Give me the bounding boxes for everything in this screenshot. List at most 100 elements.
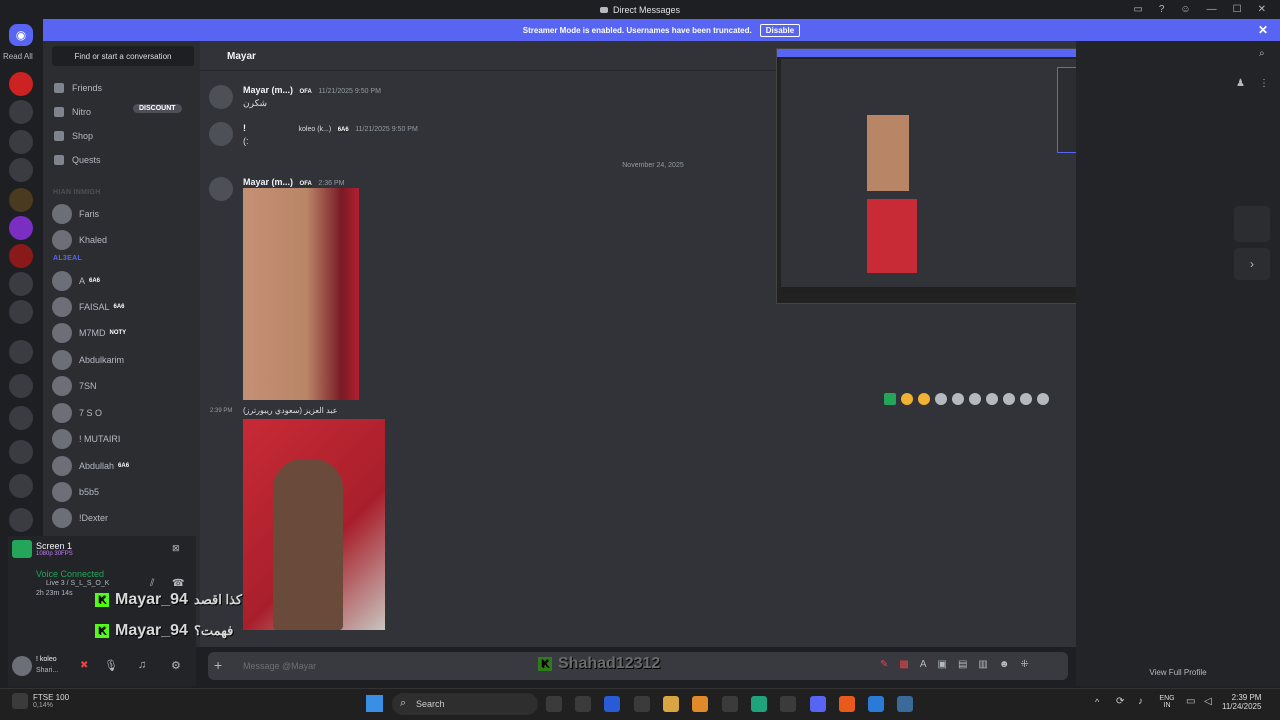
- minimize-button[interactable]: —: [1207, 4, 1217, 15]
- view-full-profile-button[interactable]: View Full Profile: [1076, 668, 1280, 677]
- settings-icon[interactable]: ⚙: [171, 659, 181, 672]
- server-icon[interactable]: [9, 244, 33, 268]
- message-author[interactable]: Mayar (m...): [243, 85, 293, 95]
- server-folder-icon[interactable]: [9, 508, 33, 532]
- nav-friends[interactable]: Friends: [54, 83, 102, 93]
- message-author[interactable]: !: [243, 123, 246, 133]
- close-banner-icon[interactable]: ✕: [1258, 23, 1268, 37]
- help-icon[interactable]: ?: [1159, 4, 1165, 15]
- file-explorer-icon[interactable]: [663, 696, 679, 712]
- message-author[interactable]: Mayar (m...): [243, 177, 293, 187]
- clock[interactable]: 2:39 PM 11/24/2025: [1222, 693, 1261, 711]
- server-icon[interactable]: [9, 300, 33, 324]
- translate-icon[interactable]: A: [920, 659, 927, 670]
- server-folder-icon[interactable]: [9, 340, 33, 364]
- translate-icon[interactable]: [969, 393, 981, 405]
- dm-item[interactable]: Abdulkarim: [52, 349, 197, 371]
- dm-item[interactable]: 7SN: [52, 375, 197, 397]
- camera-off-icon[interactable]: ✖: [80, 660, 88, 671]
- start-icon[interactable]: [366, 695, 383, 712]
- app-icon[interactable]: [722, 696, 738, 712]
- dm-item[interactable]: FAISAL 6A6: [52, 296, 197, 318]
- server-icon[interactable]: [9, 272, 33, 296]
- app-icon[interactable]: [692, 696, 708, 712]
- nav-shop[interactable]: Shop: [54, 131, 93, 141]
- widget-icon[interactable]: [12, 693, 28, 709]
- more-icon[interactable]: ⋮: [1259, 78, 1269, 89]
- dm-item[interactable]: ! MUTAIRI: [52, 428, 197, 450]
- message-author-alt[interactable]: koleo (k...): [299, 126, 332, 133]
- language-indicator[interactable]: ENG IN: [1157, 695, 1177, 709]
- forward-icon[interactable]: [1020, 393, 1032, 405]
- microphone-icon[interactable]: ♪: [1138, 696, 1143, 707]
- app-icon[interactable]: [868, 696, 884, 712]
- disable-button[interactable]: Disable: [759, 23, 801, 37]
- add-attachment-icon[interactable]: +: [214, 657, 222, 673]
- chevron-up-icon[interactable]: ^: [1095, 697, 1099, 707]
- headphones-icon[interactable]: ♫: [138, 659, 146, 671]
- think-reaction-icon[interactable]: [918, 393, 930, 405]
- maximize-button[interactable]: ☐: [1233, 4, 1242, 15]
- server-icon[interactable]: [9, 188, 33, 212]
- voice-channel[interactable]: Live 3 / S_L_S_O_K: [46, 580, 109, 587]
- taskbar-search[interactable]: Search: [392, 693, 538, 715]
- image-attachment[interactable]: [243, 188, 359, 400]
- task-view-icon[interactable]: [546, 696, 562, 712]
- display-icon[interactable]: ▭: [1186, 696, 1195, 707]
- voice-status[interactable]: Voice Connected: [36, 569, 104, 579]
- chevron-right-icon[interactable]: ›: [1234, 248, 1270, 280]
- close-button[interactable]: ✕: [1258, 4, 1266, 15]
- settings-icon[interactable]: [780, 696, 796, 712]
- gif-icon[interactable]: ▤: [958, 659, 967, 670]
- dm-item[interactable]: M7MD NOTY: [52, 322, 197, 344]
- laugh-reaction-icon[interactable]: [901, 393, 913, 405]
- avatar[interactable]: [209, 122, 233, 146]
- avatar[interactable]: [209, 85, 233, 109]
- people-icon[interactable]: ☺: [1180, 4, 1190, 15]
- server-icon[interactable]: [9, 130, 33, 154]
- emoji-icon[interactable]: ☻: [999, 659, 1010, 670]
- noise-suppression-icon[interactable]: ⫽: [150, 578, 154, 589]
- dm-item[interactable]: A 6A6: [52, 270, 197, 292]
- server-icon[interactable]: [9, 100, 33, 124]
- read-all-button[interactable]: Read All: [3, 52, 33, 61]
- check-reaction-icon[interactable]: [884, 393, 896, 405]
- app-icon[interactable]: [897, 696, 913, 712]
- section-header[interactable]: HIAN INMIGH: [53, 189, 101, 196]
- server-folder-icon[interactable]: [9, 474, 33, 498]
- steam-icon[interactable]: [575, 696, 591, 712]
- app-icon[interactable]: [839, 696, 855, 712]
- nav-quests[interactable]: Quests: [54, 155, 101, 165]
- nav-nitro[interactable]: Nitro: [54, 107, 91, 117]
- dm-item[interactable]: 7 S O: [52, 402, 197, 424]
- terminal-icon[interactable]: [634, 696, 650, 712]
- search-icon[interactable]: ⌕: [1259, 48, 1265, 59]
- section-header[interactable]: AL3EAL: [53, 255, 82, 262]
- inbox-icon[interactable]: ▭: [1133, 4, 1142, 15]
- direct-messages-icon[interactable]: ◉: [9, 24, 33, 46]
- dm-item[interactable]: Faris: [52, 203, 197, 225]
- dm-item[interactable]: !Dexter: [52, 507, 197, 529]
- app-icon[interactable]: [604, 696, 620, 712]
- stop-stream-icon[interactable]: ⊠: [172, 543, 180, 554]
- apps-icon[interactable]: ⁜: [1020, 659, 1028, 670]
- server-icon[interactable]: [9, 72, 33, 96]
- disconnect-icon[interactable]: ☎: [172, 578, 184, 589]
- avatar[interactable]: [209, 177, 233, 201]
- server-folder-icon[interactable]: [9, 406, 33, 430]
- discord-icon[interactable]: [810, 696, 826, 712]
- sticker-icon[interactable]: ▥: [978, 659, 987, 670]
- mute-icon[interactable]: ✎: [880, 659, 888, 670]
- more-icon[interactable]: [1037, 393, 1049, 405]
- avatar[interactable]: [12, 656, 32, 676]
- add-reaction-icon[interactable]: [986, 393, 998, 405]
- edge-icon[interactable]: [751, 696, 767, 712]
- dm-item[interactable]: b5b5: [52, 481, 197, 503]
- hide-icon[interactable]: [935, 393, 947, 405]
- server-folder-icon[interactable]: [9, 440, 33, 464]
- server-folder-icon[interactable]: [9, 374, 33, 398]
- image-attachment[interactable]: [243, 419, 385, 630]
- add-friend-icon[interactable]: ♟: [1236, 78, 1245, 89]
- dm-item[interactable]: Abdullah 6A6: [52, 455, 197, 477]
- volume-icon[interactable]: ◁: [1204, 696, 1212, 707]
